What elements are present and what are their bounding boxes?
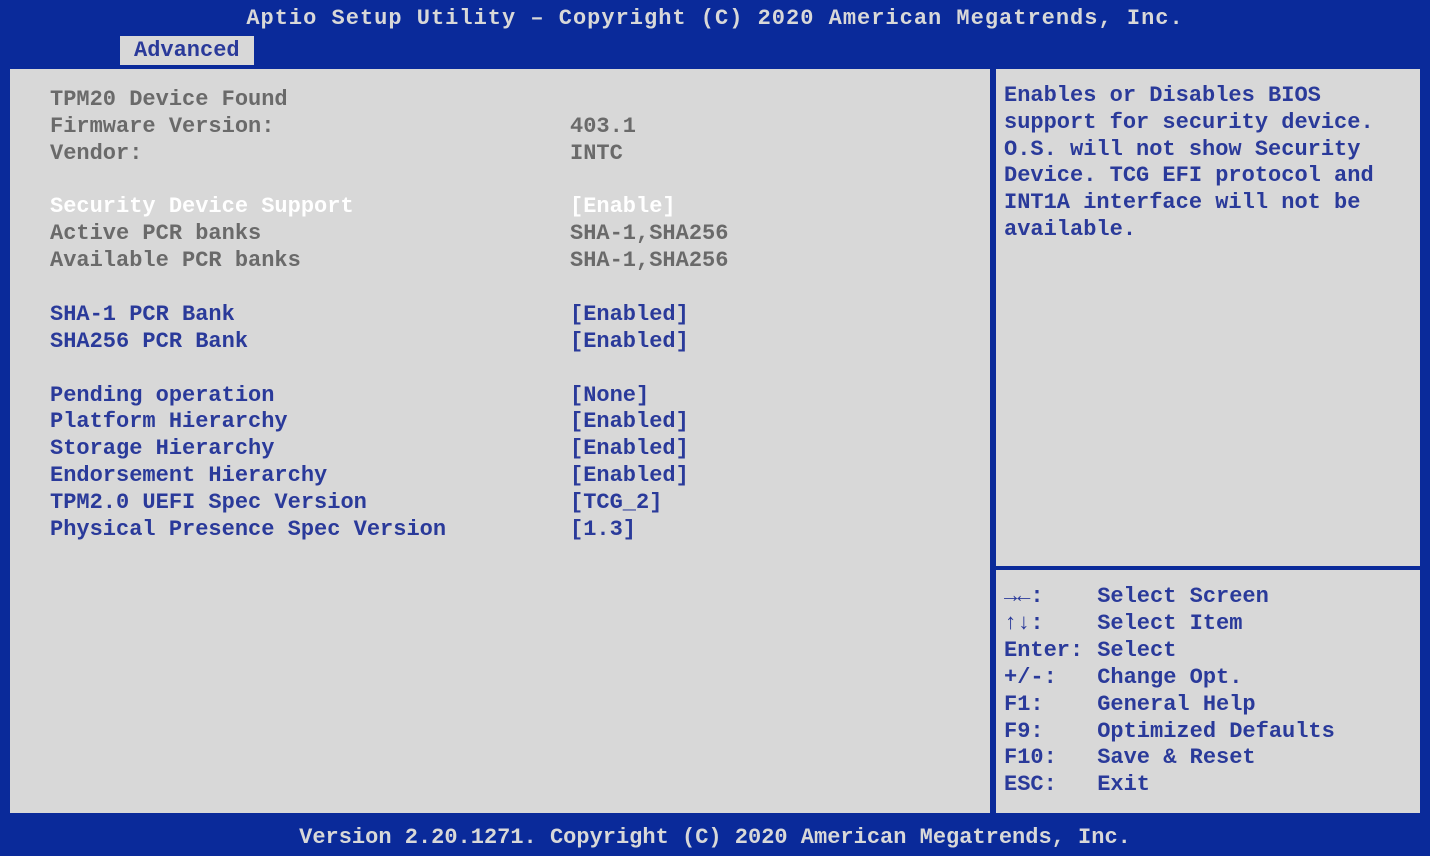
setting-row[interactable]: SHA-1 PCR Bank[Enabled] (50, 302, 970, 329)
setting-row[interactable]: SHA256 PCR Bank[Enabled] (50, 329, 970, 356)
setting-label: SHA256 PCR Bank (50, 329, 570, 356)
setting-label: Active PCR banks (50, 221, 570, 248)
help-key: Enter: (1004, 638, 1084, 665)
setting-label: Security Device Support (50, 194, 570, 221)
help-key: F10: (1004, 745, 1084, 772)
setting-value[interactable]: [TCG_2] (570, 490, 970, 517)
setting-label: Available PCR banks (50, 248, 570, 275)
settings-list: TPM20 Device FoundFirmware Version:403.1… (10, 69, 990, 813)
setting-value[interactable]: [Enabled] (570, 436, 970, 463)
setting-label: Pending operation (50, 383, 570, 410)
help-divider (996, 244, 1420, 570)
tab-advanced[interactable]: Advanced (120, 36, 254, 65)
setting-label: Vendor: (50, 141, 570, 168)
help-key-desc: Select (1084, 638, 1176, 665)
bios-title: Aptio Setup Utility – Copyright (C) 2020… (0, 0, 1430, 35)
setting-row[interactable]: Platform Hierarchy[Enabled] (50, 409, 970, 436)
setting-row[interactable]: Security Device Support[Enable] (50, 194, 970, 221)
help-key-desc: Save & Reset (1084, 745, 1256, 772)
help-key: ↑↓: (1004, 611, 1084, 638)
setting-row[interactable]: Storage Hierarchy[Enabled] (50, 436, 970, 463)
help-key-row: →←: Select Screen (1004, 584, 1412, 611)
help-key: ESC: (1004, 772, 1084, 799)
setting-value: 403.1 (570, 114, 970, 141)
help-key-desc: Select Item (1084, 611, 1242, 638)
help-key-row: ESC: Exit (1004, 772, 1412, 799)
help-key: F9: (1004, 719, 1084, 746)
setting-value[interactable]: [None] (570, 383, 970, 410)
help-key: →←: (1004, 584, 1084, 611)
setting-row[interactable]: Endorsement Hierarchy[Enabled] (50, 463, 970, 490)
setting-label: TPM20 Device Found (50, 87, 570, 114)
setting-value (570, 87, 970, 114)
setting-label: Endorsement Hierarchy (50, 463, 570, 490)
content-panel: TPM20 Device FoundFirmware Version:403.1… (6, 65, 1424, 817)
help-text: Enables or Disables BIOS support for sec… (1004, 83, 1412, 244)
bios-footer: Version 2.20.1271. Copyright (C) 2020 Am… (0, 821, 1430, 856)
info-row: Active PCR banksSHA-1,SHA256 (50, 221, 970, 248)
info-row: Available PCR banksSHA-1,SHA256 (50, 248, 970, 275)
tab-bar: Advanced (0, 35, 1430, 65)
setting-value[interactable]: [Enable] (570, 194, 970, 221)
setting-label: Firmware Version: (50, 114, 570, 141)
help-key-row: +/-: Change Opt. (1004, 665, 1412, 692)
setting-value[interactable]: [Enabled] (570, 463, 970, 490)
help-key-row: Enter: Select (1004, 638, 1412, 665)
help-key-desc: Change Opt. (1084, 665, 1242, 692)
setting-value: SHA-1,SHA256 (570, 248, 970, 275)
setting-value[interactable]: [Enabled] (570, 409, 970, 436)
help-key-desc: Select Screen (1084, 584, 1269, 611)
help-key-desc: Exit (1084, 772, 1150, 799)
setting-label: Storage Hierarchy (50, 436, 570, 463)
setting-label: Physical Presence Spec Version (50, 517, 570, 544)
setting-row[interactable]: TPM2.0 UEFI Spec Version[TCG_2] (50, 490, 970, 517)
help-key-row: F1: General Help (1004, 692, 1412, 719)
info-row: TPM20 Device Found (50, 87, 970, 114)
help-key: +/-: (1004, 665, 1084, 692)
help-key-desc: General Help (1084, 692, 1256, 719)
help-key-row: F10: Save & Reset (1004, 745, 1412, 772)
help-key: F1: (1004, 692, 1084, 719)
setting-row[interactable]: Physical Presence Spec Version[1.3] (50, 517, 970, 544)
setting-value[interactable]: [1.3] (570, 517, 970, 544)
help-keys: →←: Select Screen↑↓: Select ItemEnter: S… (1004, 570, 1412, 799)
setting-value: INTC (570, 141, 970, 168)
setting-row[interactable]: Pending operation[None] (50, 383, 970, 410)
setting-value[interactable]: [Enabled] (570, 329, 970, 356)
help-key-desc: Optimized Defaults (1084, 719, 1335, 746)
setting-label: SHA-1 PCR Bank (50, 302, 570, 329)
setting-label: Platform Hierarchy (50, 409, 570, 436)
help-panel: Enables or Disables BIOS support for sec… (990, 69, 1420, 813)
setting-value: SHA-1,SHA256 (570, 221, 970, 248)
info-row: Vendor:INTC (50, 141, 970, 168)
help-key-row: ↑↓: Select Item (1004, 611, 1412, 638)
setting-label: TPM2.0 UEFI Spec Version (50, 490, 570, 517)
info-row: Firmware Version:403.1 (50, 114, 970, 141)
setting-value[interactable]: [Enabled] (570, 302, 970, 329)
help-key-row: F9: Optimized Defaults (1004, 719, 1412, 746)
